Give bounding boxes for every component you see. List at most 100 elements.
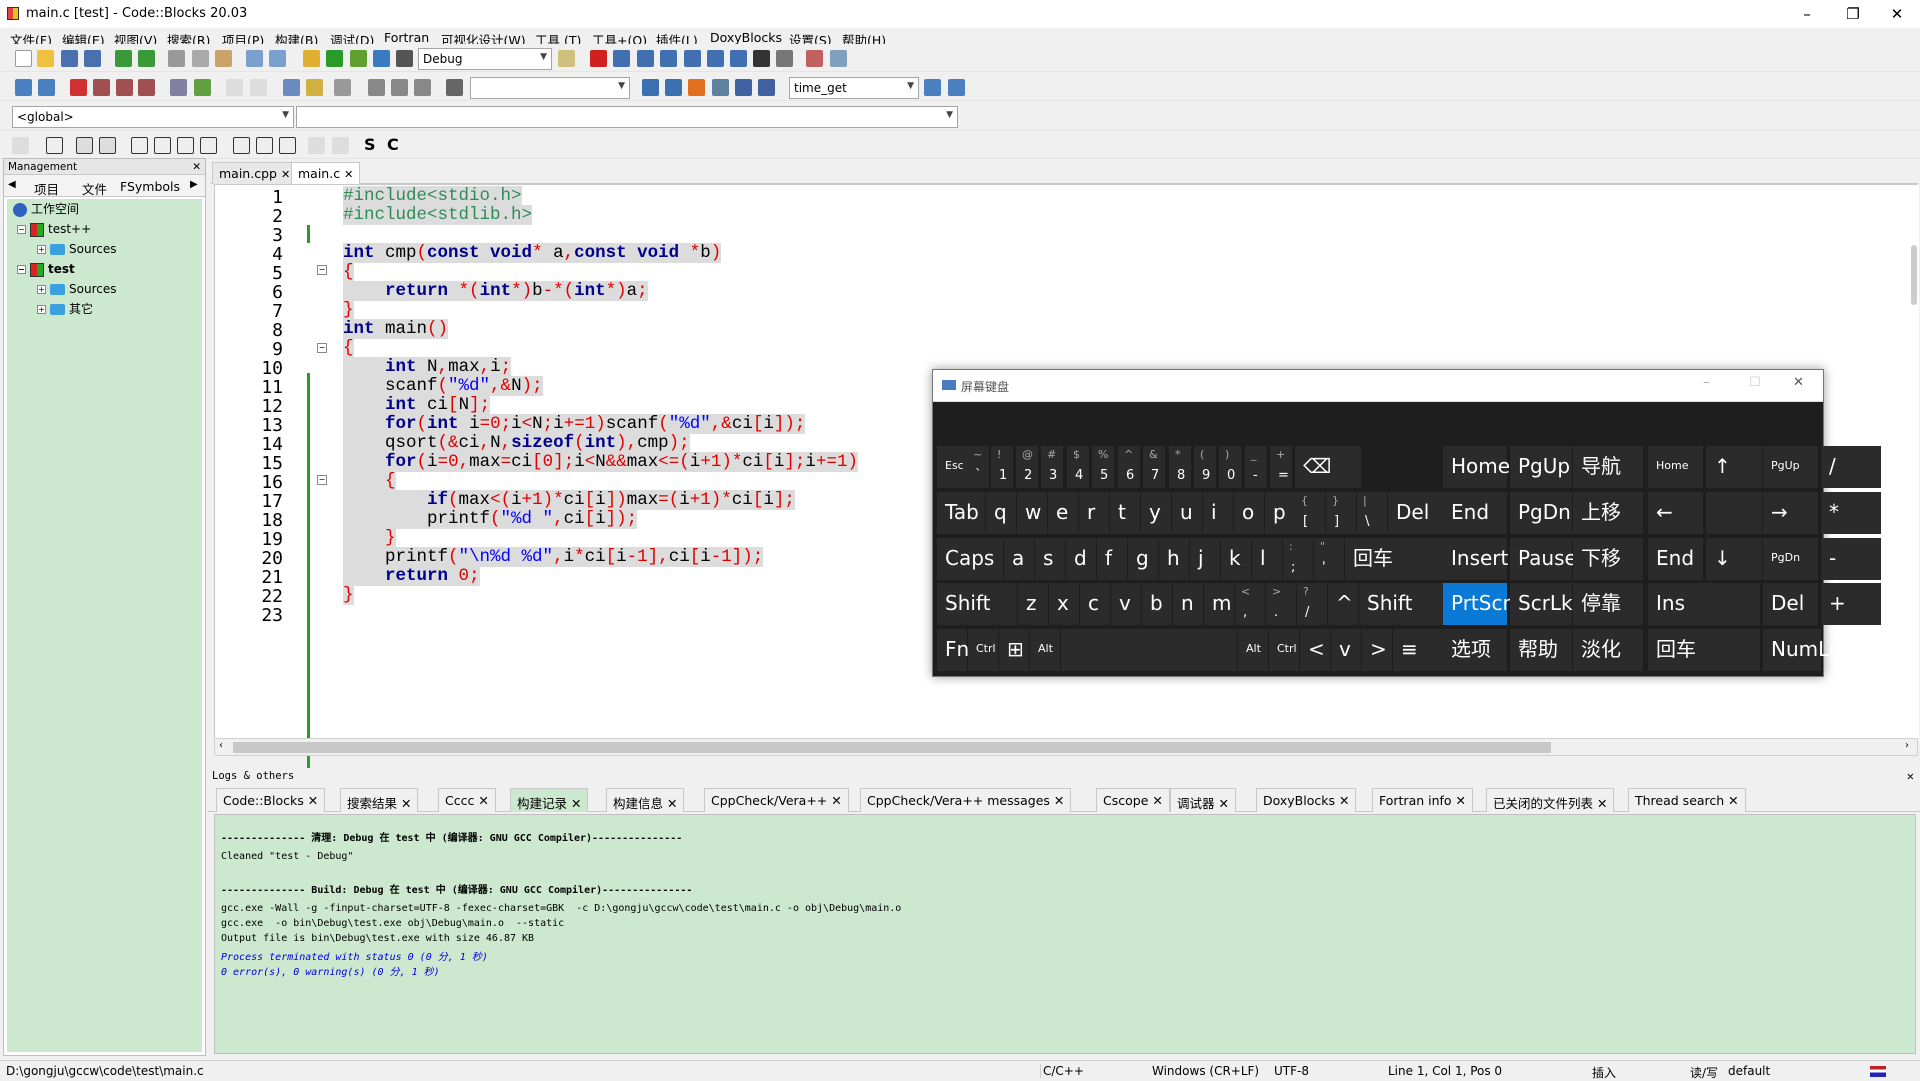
- osk-key-right[interactable]: >: [1362, 629, 1392, 671]
- osk-key-npgup[interactable]: PgUp: [1763, 446, 1818, 488]
- find-icon[interactable]: [246, 50, 263, 67]
- fold-icon[interactable]: −: [317, 343, 327, 353]
- highlight-icon[interactable]: [688, 79, 705, 96]
- osk-key-tab[interactable]: Tab: [937, 492, 985, 534]
- build-icon[interactable]: [303, 50, 320, 67]
- osk-key-eq[interactable]: = +: [1270, 446, 1292, 488]
- log-tab-search-results[interactable]: 搜索结果 ✕: [340, 788, 419, 812]
- open-icon[interactable]: [37, 50, 54, 67]
- osk-key-b[interactable]: b: [1142, 583, 1172, 625]
- tab-scroll-left-icon[interactable]: ◀: [8, 179, 16, 190]
- jump-back-icon[interactable]: [194, 79, 211, 96]
- thread-options-icon[interactable]: [948, 79, 965, 96]
- minimize-button[interactable]: –: [1784, 0, 1830, 28]
- c-button[interactable]: C: [387, 135, 399, 154]
- tree-sources-testpp[interactable]: + Sources: [37, 239, 116, 259]
- osk-key-z[interactable]: z: [1018, 583, 1048, 625]
- osk-key-k1[interactable]: 1!: [991, 446, 1013, 488]
- osk-key-cm[interactable]: , <: [1235, 583, 1265, 625]
- osk-key-g[interactable]: g: [1128, 538, 1158, 580]
- osk-key-alt[interactable]: Alt: [1030, 629, 1060, 671]
- osk-key-j[interactable]: j: [1190, 538, 1220, 580]
- osk-key-del[interactable]: Del: [1388, 492, 1448, 534]
- osk-key-i[interactable]: i: [1203, 492, 1233, 534]
- osk-key-menu[interactable]: ≡: [1393, 629, 1447, 671]
- osk-key-help[interactable]: 帮助: [1510, 629, 1572, 671]
- osk-key-t[interactable]: t: [1110, 492, 1140, 534]
- osk-key-k5[interactable]: 5%: [1092, 446, 1114, 488]
- log-tab-doxyblocks[interactable]: DoxyBlocks ✕: [1256, 788, 1357, 812]
- osk-key-nleft[interactable]: ←: [1648, 492, 1703, 534]
- doxy-run-icon[interactable]: [283, 79, 300, 96]
- widget-image-icon[interactable]: [76, 137, 93, 154]
- osk-key-shift[interactable]: Shift: [937, 583, 1017, 625]
- osk-key-nins[interactable]: Ins: [1648, 583, 1760, 625]
- redo-icon[interactable]: [138, 50, 155, 67]
- osk-key-scrlk[interactable]: ScrLk: [1510, 583, 1573, 625]
- osk-key-nplus[interactable]: +: [1821, 583, 1881, 625]
- osk-key-up[interactable]: ^: [1328, 583, 1358, 625]
- osk-key-pd[interactable]: . >: [1266, 583, 1296, 625]
- nav-forward-icon[interactable]: [38, 79, 55, 96]
- bookmark-clear-icon[interactable]: [138, 79, 155, 96]
- jump-icon[interactable]: [170, 79, 187, 96]
- close-icon[interactable]: ✕: [1907, 768, 1914, 784]
- osk-key-enter[interactable]: 回车: [1345, 538, 1447, 580]
- search-next-icon[interactable]: [665, 79, 682, 96]
- osk-key-nend[interactable]: End: [1648, 538, 1703, 580]
- osk-key-r[interactable]: r: [1079, 492, 1109, 534]
- nav-back-icon[interactable]: [15, 79, 32, 96]
- log-tab-cppcheck[interactable]: CppCheck/Vera++ ✕: [704, 788, 849, 812]
- save-all-icon[interactable]: [84, 50, 101, 67]
- log-tab-build-messages[interactable]: 构建信息 ✕: [606, 788, 685, 812]
- osk-key-home[interactable]: Home: [1443, 446, 1510, 488]
- thread-search-icon[interactable]: [924, 79, 941, 96]
- zoom-in-icon[interactable]: [308, 137, 325, 154]
- debug-start-icon[interactable]: [590, 50, 607, 67]
- log-tab-cccc[interactable]: Cccc ✕: [438, 788, 496, 812]
- tree-project-test[interactable]: − test: [17, 259, 75, 279]
- osk-key-l[interactable]: l: [1252, 538, 1282, 580]
- widget-bar2-icon[interactable]: [154, 137, 171, 154]
- tab-scroll-right-icon[interactable]: ▶: [190, 179, 198, 190]
- maximize-button[interactable]: ❐: [1830, 0, 1876, 28]
- osk-key-rb[interactable]: ]}: [1326, 492, 1356, 534]
- osk-key-k0[interactable]: 0): [1219, 446, 1241, 488]
- osk-close-button[interactable]: ✕: [1793, 375, 1804, 390]
- run-to-cursor-icon[interactable]: [613, 50, 630, 67]
- widget-bar-icon[interactable]: [131, 137, 148, 154]
- osk-key-ralt[interactable]: Alt: [1238, 629, 1268, 671]
- dot-mark-icon[interactable]: [391, 79, 408, 96]
- close-icon[interactable]: ✕: [344, 168, 353, 181]
- osk-key-insert[interactable]: Insert: [1443, 538, 1508, 580]
- osk-key-k7[interactable]: 7 &: [1143, 446, 1165, 488]
- osk-key-nmul[interactable]: *: [1821, 492, 1881, 534]
- scroll-left-icon[interactable]: ‹: [219, 740, 223, 751]
- osk-key-n[interactable]: n: [1173, 583, 1203, 625]
- osk-key-nup[interactable]: ↑: [1706, 446, 1762, 488]
- abort-icon[interactable]: [396, 50, 413, 67]
- osk-key-k[interactable]: k: [1221, 538, 1251, 580]
- osk-key-u[interactable]: u: [1172, 492, 1202, 534]
- osk-key-ctrl[interactable]: Ctrl: [968, 629, 998, 671]
- close-icon[interactable]: ✕: [281, 168, 290, 181]
- osk-key-options[interactable]: 选项: [1443, 629, 1507, 671]
- osk-key-moveup[interactable]: 上移: [1573, 492, 1643, 534]
- osk-maximize-button[interactable]: ☐: [1749, 375, 1761, 390]
- horizontal-scrollbar[interactable]: ‹ ›: [214, 738, 1918, 756]
- copy-icon[interactable]: [192, 50, 209, 67]
- paste-icon[interactable]: [215, 50, 232, 67]
- log-tab-debugger[interactable]: 调试器 ✕: [1170, 788, 1236, 812]
- step-into-icon[interactable]: [660, 50, 677, 67]
- collapse-icon[interactable]: −: [17, 225, 26, 234]
- osk-key-y[interactable]: y: [1141, 492, 1171, 534]
- build-run-icon[interactable]: [350, 50, 367, 67]
- osk-key-down[interactable]: v: [1331, 629, 1361, 671]
- osk-key-k8[interactable]: 8 *: [1169, 446, 1191, 488]
- debug-info-icon[interactable]: [830, 50, 847, 67]
- rebuild-icon[interactable]: [373, 50, 390, 67]
- doxy-config-icon[interactable]: [306, 79, 323, 96]
- pointer-icon[interactable]: [12, 137, 29, 154]
- osk-key-qt[interactable]: ' ": [1314, 538, 1344, 580]
- osk-key-minus[interactable]: - _: [1245, 446, 1267, 488]
